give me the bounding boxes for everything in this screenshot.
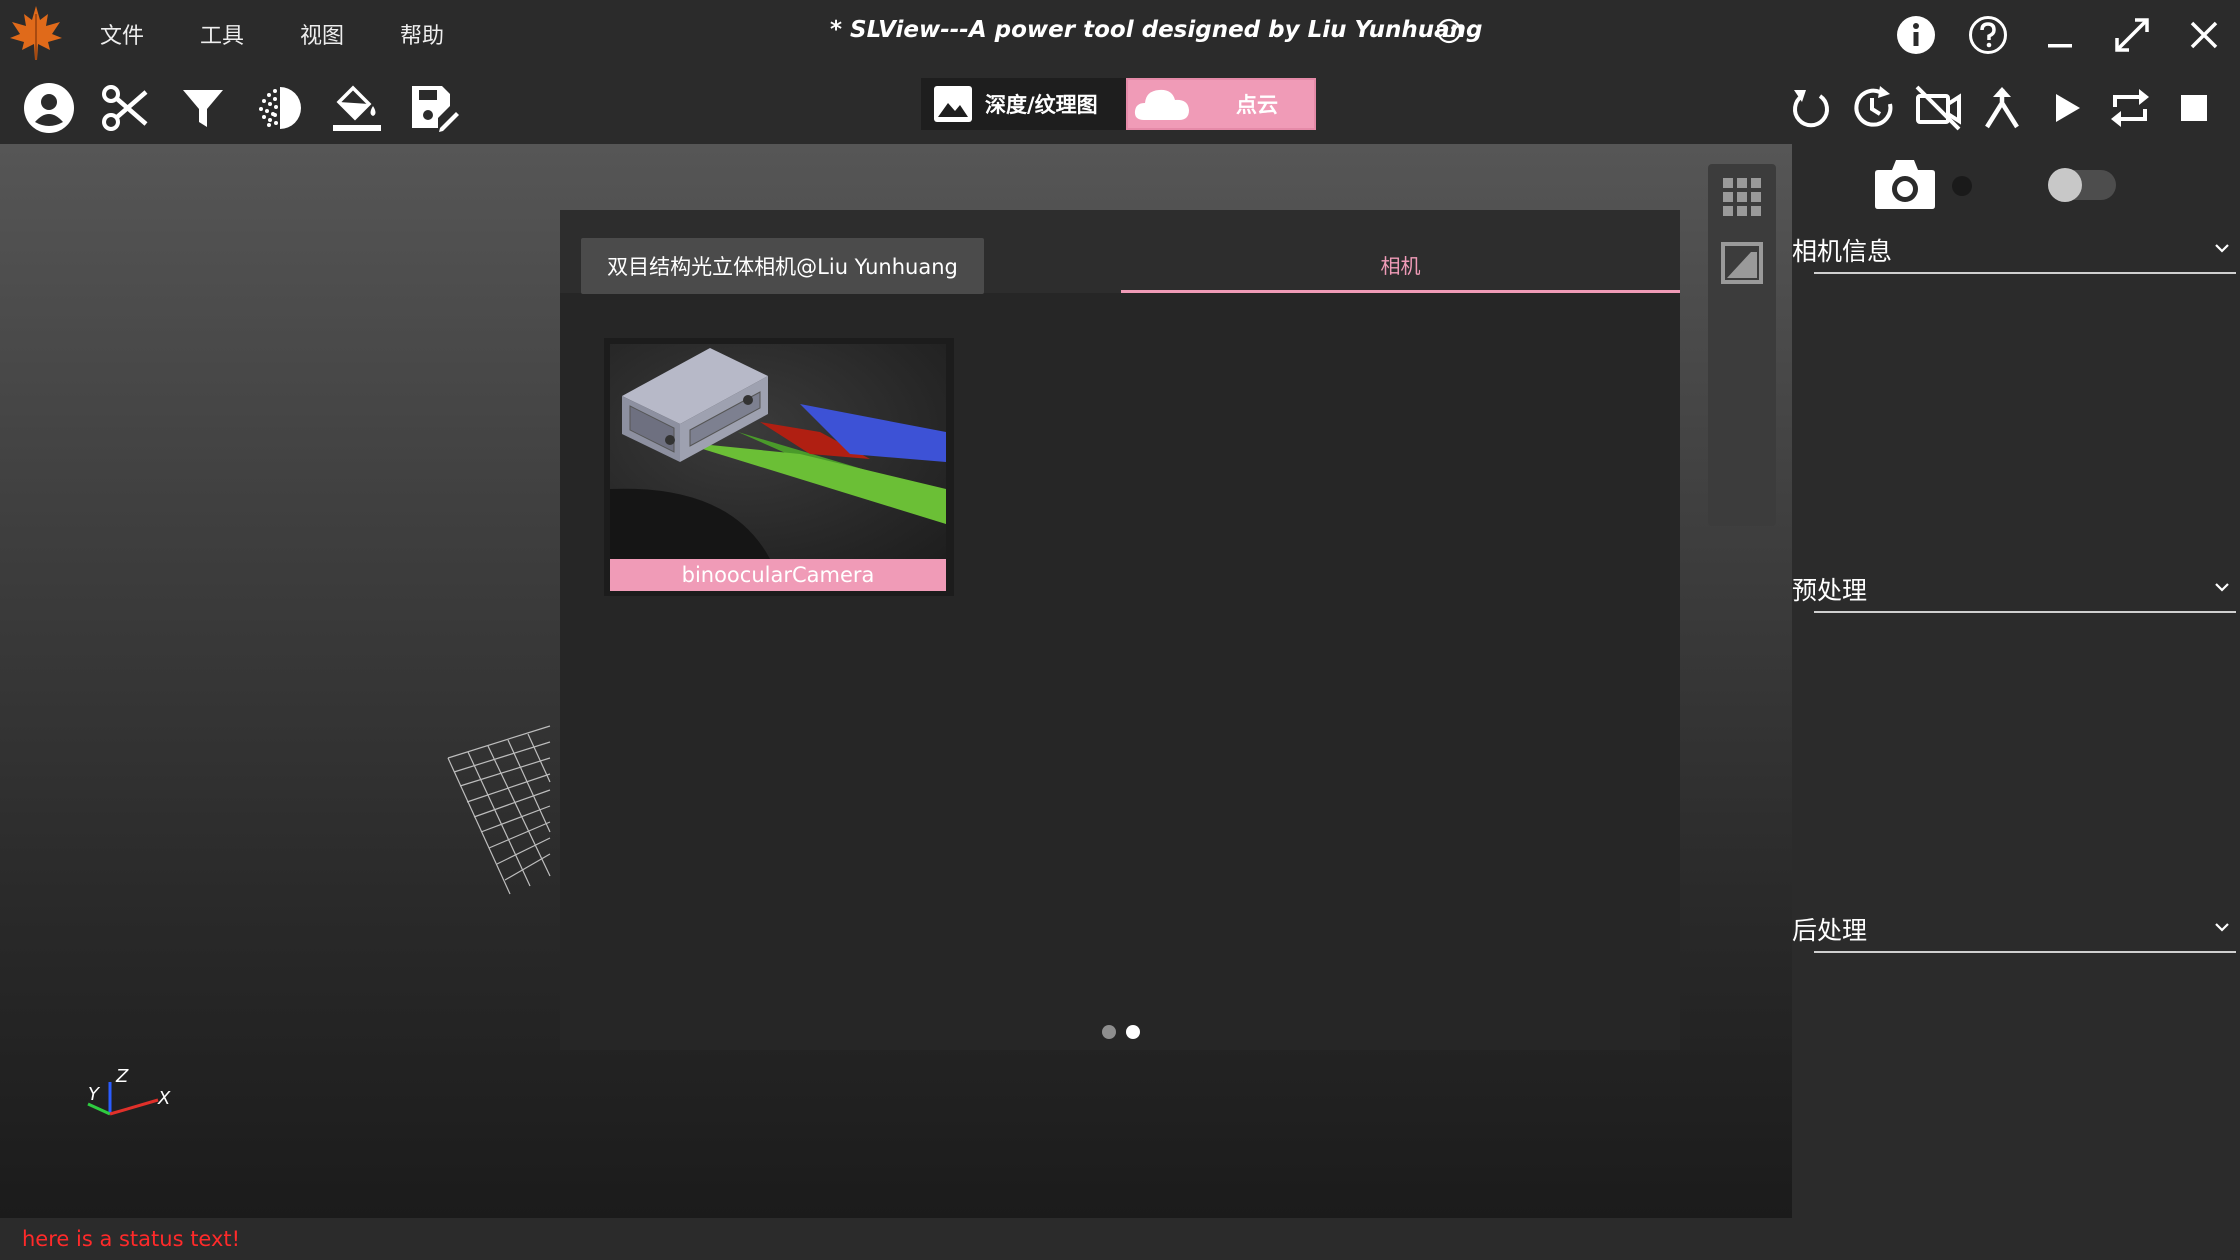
section-preprocess-title: 预处理 xyxy=(1792,576,1868,605)
image-icon xyxy=(934,86,972,122)
save-edit-icon xyxy=(411,86,459,132)
filter-icon xyxy=(182,90,223,127)
binocular-camera-thumbnail xyxy=(610,344,946,559)
title-bar: 文件 工具 视图 帮助 * SLView---A power tool desi… xyxy=(0,0,2240,70)
point-cloud-label: 点云 xyxy=(1236,93,1278,117)
repeat-button[interactable] xyxy=(2098,80,2162,136)
dialog-header: 欢迎 双目结构光立体相机@Liu Yunhuang 相机 xyxy=(560,210,1680,294)
minimize-icon xyxy=(2048,44,2072,48)
section-postprocess-title: 后处理 xyxy=(1792,916,1868,945)
reset-rotation-button[interactable] xyxy=(1778,80,1842,136)
section-camera-info-title: 相机信息 xyxy=(1792,237,1893,266)
cloud-icon xyxy=(1134,89,1189,120)
image-view-button[interactable] xyxy=(1708,230,1776,296)
stop-button[interactable] xyxy=(2162,80,2226,136)
window-controls xyxy=(1880,10,2240,60)
maximize-icon xyxy=(2115,18,2149,52)
app-title: * SLView---A power tool designed by Liu … xyxy=(830,17,1483,43)
user-button[interactable] xyxy=(10,80,87,136)
page-dot-1[interactable] xyxy=(1102,1025,1116,1039)
close-button[interactable] xyxy=(2168,10,2240,60)
right-panel: 相机信息 预处理 后处理 xyxy=(1792,144,2240,1218)
view-side-strip xyxy=(1708,164,1776,526)
menu-view[interactable]: 视图 xyxy=(300,18,344,50)
user-icon xyxy=(23,83,74,133)
merge-icon xyxy=(1985,87,2019,129)
camera-off-button[interactable] xyxy=(1906,80,1970,136)
point-cloud-tab[interactable]: 点云 xyxy=(1126,78,1316,130)
help-icon xyxy=(1969,16,2007,54)
menu-file[interactable]: 文件 xyxy=(100,18,144,50)
repeat-icon xyxy=(2111,89,2149,127)
toolbar: 深度/纹理图 点云 xyxy=(0,70,2240,144)
page-dot-2[interactable] xyxy=(1126,1025,1140,1039)
axis-label-z: Z xyxy=(115,1066,129,1087)
status-text: here is a status text! xyxy=(22,1227,241,1251)
ground-grid xyxy=(447,725,551,895)
stop-icon xyxy=(2181,95,2207,121)
toggle-knob xyxy=(2048,168,2082,202)
chevron-down-icon xyxy=(2215,583,2229,592)
axis-label-y: Y xyxy=(88,1084,101,1105)
device-card[interactable]: binoocularCamera xyxy=(604,338,954,596)
dotted-sphere-icon xyxy=(258,87,301,129)
info-button[interactable] xyxy=(1880,10,1952,60)
maximize-button[interactable] xyxy=(2096,10,2168,60)
camera-dialog: 欢迎 双目结构光立体相机@Liu Yunhuang 相机 xyxy=(560,210,1680,1050)
info-icon xyxy=(1897,16,1935,54)
depth-texture-tab[interactable]: 深度/纹理图 xyxy=(921,78,1126,130)
maple-leaf-logo-icon xyxy=(10,6,62,60)
menu-bar: 文件 工具 视图 帮助 xyxy=(100,18,500,50)
device-card-label: binoocularCamera xyxy=(610,559,946,591)
page-indicator xyxy=(1102,1025,1150,1039)
axis-indicator: Z Y X xyxy=(87,1066,171,1116)
merge-button[interactable] xyxy=(1970,80,2034,136)
section-divider xyxy=(1814,951,2236,953)
section-postprocess[interactable]: 后处理 xyxy=(1792,907,2240,953)
tool-group-left xyxy=(10,80,472,136)
close-icon xyxy=(2190,21,2218,49)
axis-label-x: X xyxy=(157,1088,171,1109)
menu-tools[interactable]: 工具 xyxy=(200,18,244,50)
point-sphere-button[interactable] xyxy=(241,80,318,136)
history-button[interactable] xyxy=(1842,80,1906,136)
chevron-down-icon xyxy=(2215,923,2229,932)
camera-off-icon xyxy=(1915,85,1961,131)
app-window: 文件 工具 视图 帮助 * SLView---A power tool desi… xyxy=(0,0,2240,1260)
camera-render-image xyxy=(610,348,946,559)
view-mode-toggle: 深度/纹理图 点云 xyxy=(921,78,1316,130)
tool-group-right xyxy=(1778,80,2226,136)
rotate-left-icon xyxy=(1793,90,1829,128)
chevron-down-icon xyxy=(2215,244,2229,253)
grid-icon xyxy=(1723,178,1761,216)
filter-button[interactable] xyxy=(164,80,241,136)
section-preprocess[interactable]: 预处理 xyxy=(1792,567,2240,613)
history-icon xyxy=(1854,86,1893,127)
smiley-icon[interactable] xyxy=(1435,17,1463,45)
save-edit-button[interactable] xyxy=(395,80,472,136)
scissors-icon xyxy=(101,85,147,131)
section-divider xyxy=(1814,272,2236,274)
camera-status-indicator xyxy=(1952,176,1972,196)
depth-texture-label: 深度/纹理图 xyxy=(985,93,1098,117)
cut-button[interactable] xyxy=(87,80,164,136)
help-button[interactable] xyxy=(1952,10,2024,60)
minimize-button[interactable] xyxy=(2024,10,2096,60)
tab-camera[interactable]: 相机 xyxy=(1121,238,1680,293)
menu-help[interactable]: 帮助 xyxy=(400,18,444,50)
play-icon xyxy=(2056,94,2080,122)
paint-button[interactable] xyxy=(318,80,395,136)
image-icon xyxy=(1721,242,1763,284)
paint-bucket-icon xyxy=(332,85,381,131)
camera-toggle-switch[interactable] xyxy=(2048,168,2116,202)
section-divider xyxy=(1814,611,2236,613)
dialog-title: 双目结构光立体相机@Liu Yunhuang xyxy=(581,238,984,294)
status-bar: here is a status text! xyxy=(0,1218,2240,1260)
play-button[interactable] xyxy=(2034,80,2098,136)
grid-view-button[interactable] xyxy=(1708,164,1776,230)
section-camera-info[interactable]: 相机信息 xyxy=(1792,228,2240,274)
camera-icon[interactable] xyxy=(1874,156,1936,212)
